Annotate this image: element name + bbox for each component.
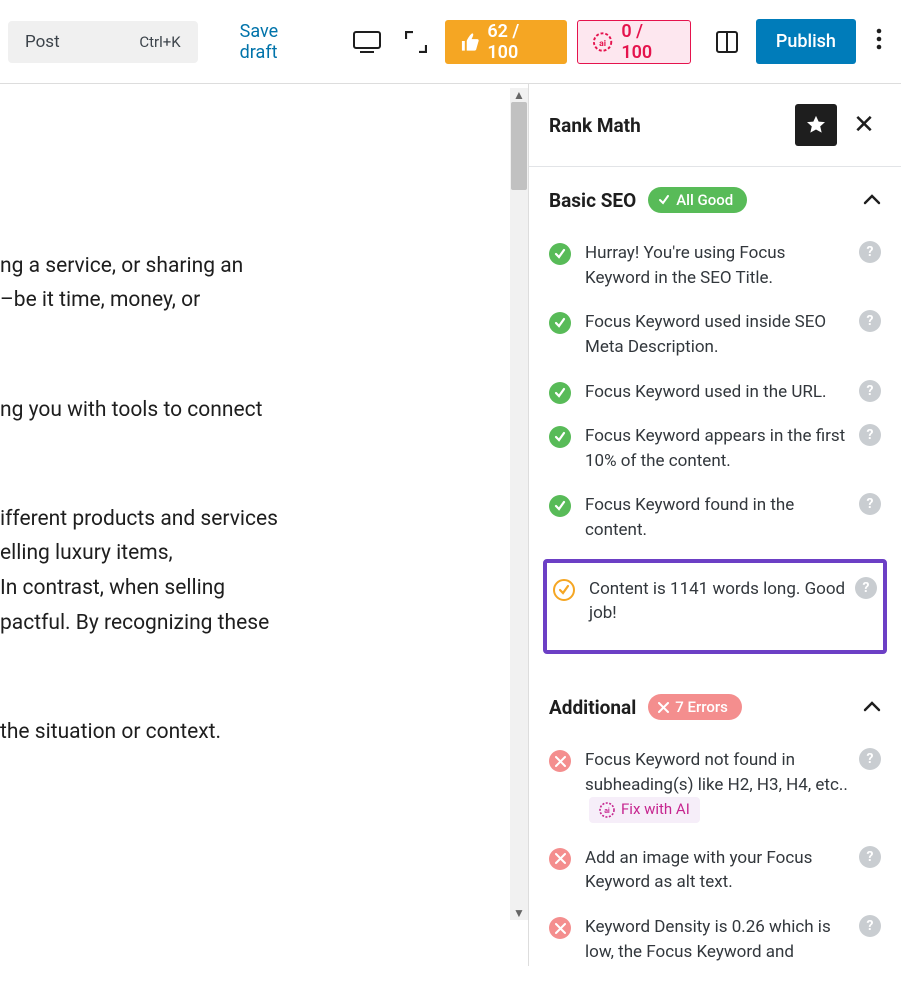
- check-pass-icon: [549, 426, 571, 448]
- help-icon[interactable]: ?: [859, 380, 881, 402]
- sidebar-title: Rank Math: [549, 114, 785, 137]
- additional-heading: Additional: [549, 696, 636, 719]
- seo-check-row: Focus Keyword not found in subheading(s)…: [549, 738, 881, 836]
- seo-check-text: Focus Keyword used inside SEO Meta Descr…: [585, 310, 881, 359]
- scrollbar-thumb[interactable]: [511, 102, 527, 190]
- editor-toolbar: Post Ctrl+K Save draft 62 / 100 ai 0 / 1…: [0, 0, 901, 84]
- basic-seo-list: Hurray! You're using Focus Keyword in th…: [529, 219, 901, 668]
- ai-score-badge[interactable]: ai 0 / 100: [577, 20, 691, 64]
- fix-with-ai-label: Fix with AI: [621, 799, 690, 821]
- editor-scrollbar[interactable]: ▲ ▼: [510, 88, 528, 920]
- seo-check-row: Hurray! You're using Focus Keyword in th…: [549, 231, 881, 300]
- collapse-icon[interactable]: [863, 697, 881, 717]
- seo-check-row: Focus Keyword appears in the first 10% o…: [549, 414, 881, 483]
- additional-status-badge: 7 Errors: [648, 694, 742, 720]
- seo-check-text-inner: Focus Keyword not found in subheading(s)…: [585, 750, 848, 795]
- additional-list: Focus Keyword not found in subheading(s)…: [529, 726, 901, 994]
- page-type-shortcut: Ctrl+K: [139, 33, 180, 51]
- chevron-up-icon: [863, 193, 881, 205]
- highlighted-check: Content is 1141 words long. Good job! ?: [543, 559, 887, 654]
- check-fail-icon: [549, 848, 571, 870]
- check-fail-icon: [549, 917, 571, 939]
- seo-score-text: 62 / 100: [487, 21, 552, 63]
- additional-section-header[interactable]: Additional 7 Errors: [529, 668, 901, 726]
- editor-paragraph[interactable]: ng you with tools to connect: [0, 393, 528, 428]
- basic-seo-status-text: All Good: [676, 191, 733, 209]
- ai-score-text: 0 / 100: [621, 21, 676, 63]
- seo-check-row: Content is 1141 words long. Good job! ?: [553, 567, 877, 636]
- seo-check-text: Hurray! You're using Focus Keyword in th…: [585, 241, 881, 290]
- sidebar-header: Rank Math ✕: [529, 84, 901, 167]
- basic-seo-heading: Basic SEO: [549, 189, 636, 212]
- close-sidebar-icon[interactable]: ✕: [847, 110, 881, 140]
- seo-check-row: Focus Keyword found in the content. ?: [549, 483, 881, 552]
- svg-text:ai: ai: [604, 807, 610, 815]
- scroll-up-icon[interactable]: ▲: [513, 88, 525, 102]
- rank-math-sidebar: Rank Math ✕ Basic SEO All Good Hurray! Y…: [529, 84, 901, 966]
- star-icon: [805, 114, 827, 136]
- seo-check-row: Add an image with your Focus Keyword as …: [549, 836, 881, 905]
- check-pass-icon: [549, 495, 571, 517]
- content-editor[interactable]: ng a service, or sharing an –be it time,…: [0, 84, 529, 966]
- seo-check-text: Content is 1141 words long. Good job!: [589, 577, 877, 626]
- page-type-select[interactable]: Post Ctrl+K: [8, 21, 198, 63]
- thumb-up-icon: [460, 33, 479, 51]
- preview-desktop-icon[interactable]: [348, 22, 387, 62]
- seo-check-text: Keyword Density is 0.26 which is low, th…: [585, 915, 881, 964]
- seo-check-text: Focus Keyword not found in subheading(s)…: [585, 748, 881, 826]
- check-pass-icon: [549, 312, 571, 334]
- ai-badge-icon: ai: [592, 31, 613, 53]
- seo-check-text: Focus Keyword found in the content.: [585, 493, 881, 542]
- page-type-label: Post: [25, 32, 60, 52]
- fullscreen-icon[interactable]: [396, 22, 435, 62]
- help-icon[interactable]: ?: [859, 748, 881, 770]
- favorite-button[interactable]: [795, 104, 837, 146]
- basic-seo-status-badge: All Good: [648, 187, 747, 213]
- check-warn-icon: [553, 579, 575, 601]
- seo-check-row: Focus Keyword used inside SEO Meta Descr…: [549, 300, 881, 369]
- seo-check-text: Focus Keyword used in the URL.: [585, 380, 881, 405]
- collapse-icon[interactable]: [863, 190, 881, 210]
- help-icon[interactable]: ?: [855, 577, 877, 599]
- seo-check-row: Keyword Density is 0.26 which is low, th…: [549, 905, 881, 974]
- seo-score-badge[interactable]: 62 / 100: [445, 20, 567, 64]
- check-fail-icon: [549, 750, 571, 772]
- x-icon: [658, 702, 669, 713]
- check-pass-icon: [549, 243, 571, 265]
- editor-paragraph[interactable]: ifferent products and services elling lu…: [0, 502, 528, 641]
- help-icon[interactable]: ?: [859, 846, 881, 868]
- check-icon: [658, 194, 670, 206]
- more-menu-icon[interactable]: [866, 28, 893, 56]
- sidebar-toggle-icon[interactable]: [707, 22, 746, 62]
- fix-with-ai-button[interactable]: ai Fix with AI: [589, 797, 700, 823]
- basic-seo-section-header[interactable]: Basic SEO All Good: [529, 167, 901, 219]
- check-pass-icon: [549, 382, 571, 404]
- editor-body[interactable]: ng a service, or sharing an –be it time,…: [0, 84, 528, 824]
- svg-text:ai: ai: [599, 38, 606, 48]
- editor-paragraph[interactable]: ng a service, or sharing an –be it time,…: [0, 249, 528, 318]
- seo-check-text: Add an image with your Focus Keyword as …: [585, 846, 881, 895]
- scroll-down-icon[interactable]: ▼: [513, 906, 525, 920]
- chevron-up-icon: [863, 700, 881, 712]
- help-icon[interactable]: ?: [859, 915, 881, 937]
- ai-icon: ai: [599, 802, 615, 818]
- save-draft-link[interactable]: Save draft: [240, 21, 318, 63]
- seo-check-text: Focus Keyword appears in the first 10% o…: [585, 424, 881, 473]
- seo-check-row: Focus Keyword used in the URL. ?: [549, 370, 881, 415]
- publish-button[interactable]: Publish: [756, 19, 856, 64]
- help-icon[interactable]: ?: [859, 241, 881, 263]
- additional-status-text: 7 Errors: [675, 698, 728, 716]
- editor-paragraph[interactable]: the situation or context.: [0, 715, 528, 750]
- main-layout: ng a service, or sharing an –be it time,…: [0, 84, 901, 966]
